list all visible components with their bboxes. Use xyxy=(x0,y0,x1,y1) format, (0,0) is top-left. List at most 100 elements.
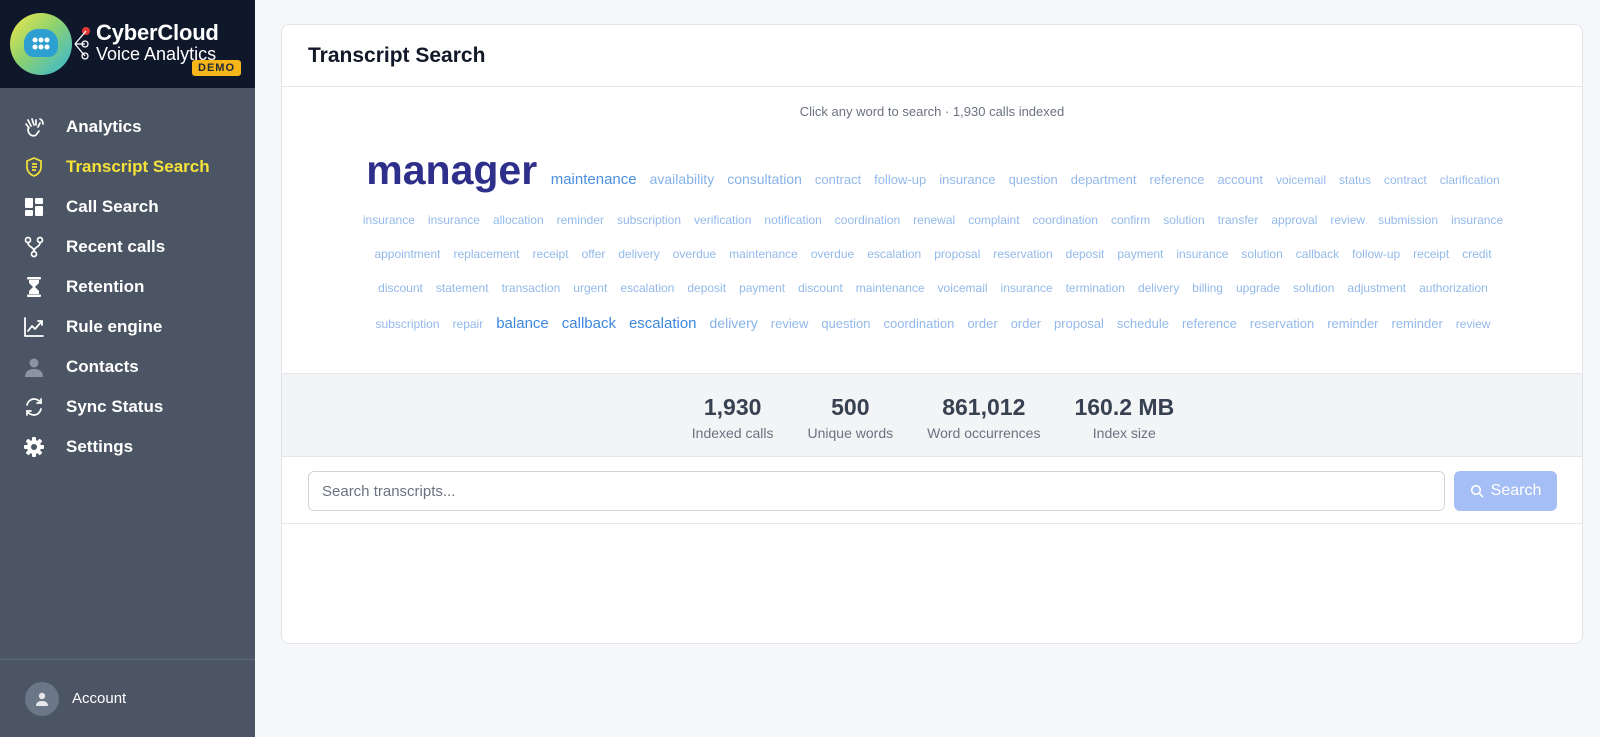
word-cloud-term[interactable]: billing xyxy=(1192,281,1223,295)
word-cloud-term[interactable]: follow-up xyxy=(874,172,926,187)
word-cloud-term[interactable]: urgent xyxy=(573,281,607,295)
word-cloud-term[interactable]: availability xyxy=(650,171,715,187)
word-cloud-term[interactable]: escalation xyxy=(620,281,674,295)
word-cloud-term[interactable]: coordination xyxy=(884,316,955,331)
word-cloud-term[interactable]: transfer xyxy=(1218,213,1259,227)
word-cloud-term[interactable]: adjustment xyxy=(1347,281,1406,295)
word-cloud-term[interactable]: clarification xyxy=(1440,173,1500,187)
word-cloud-term[interactable]: insurance xyxy=(1451,213,1503,227)
search-button[interactable]: Search xyxy=(1454,471,1557,511)
word-cloud-term[interactable]: reference xyxy=(1182,316,1237,331)
word-cloud-term[interactable]: complaint xyxy=(968,213,1019,227)
word-cloud-term[interactable]: discount xyxy=(378,281,423,295)
word-cloud-term[interactable]: discount xyxy=(798,281,843,295)
word-cloud-term[interactable]: insurance xyxy=(939,172,995,187)
word-cloud-term[interactable]: payment xyxy=(1117,247,1163,261)
word-cloud-term[interactable]: contract xyxy=(815,172,861,187)
word-cloud-term[interactable]: delivery xyxy=(618,247,659,261)
sidebar-item-recent-calls[interactable]: Recent calls xyxy=(0,227,255,267)
word-cloud-term[interactable]: offer xyxy=(582,247,606,261)
word-cloud-term[interactable]: reminder xyxy=(1392,316,1443,331)
word-cloud-term[interactable]: allocation xyxy=(493,213,544,227)
word-cloud-term[interactable]: solution xyxy=(1241,247,1282,261)
word-cloud-term[interactable]: consultation xyxy=(727,171,802,187)
word-cloud-term[interactable]: repair xyxy=(453,317,484,331)
word-cloud-term[interactable]: termination xyxy=(1066,281,1125,295)
word-cloud-term[interactable]: proposal xyxy=(934,247,980,261)
sidebar-item-analytics[interactable]: Analytics xyxy=(0,107,255,147)
word-cloud-term[interactable]: manager xyxy=(366,147,537,194)
word-cloud-term[interactable]: reminder xyxy=(557,213,604,227)
word-cloud-term[interactable]: insurance xyxy=(1176,247,1228,261)
word-cloud-term[interactable]: reservation xyxy=(993,247,1052,261)
word-cloud-term[interactable]: reference xyxy=(1150,172,1205,187)
sidebar-item-contacts[interactable]: Contacts xyxy=(0,347,255,387)
word-cloud-term[interactable]: upgrade xyxy=(1236,281,1280,295)
word-cloud-term[interactable]: contract xyxy=(1384,173,1427,187)
word-cloud-term[interactable]: insurance xyxy=(428,213,480,227)
word-cloud-term[interactable]: approval xyxy=(1271,213,1317,227)
word-cloud-term[interactable]: maintenance xyxy=(729,247,798,261)
word-cloud-term[interactable]: overdue xyxy=(811,247,854,261)
word-cloud-term[interactable]: notification xyxy=(764,213,821,227)
word-cloud-term[interactable]: question xyxy=(1009,172,1058,187)
word-cloud-term[interactable]: reminder xyxy=(1327,316,1378,331)
word-cloud-term[interactable]: reservation xyxy=(1250,316,1314,331)
word-cloud-term[interactable]: delivery xyxy=(1138,281,1179,295)
word-cloud-term[interactable]: verification xyxy=(694,213,751,227)
search-input[interactable] xyxy=(308,471,1445,511)
word-cloud-term[interactable]: receipt xyxy=(1413,247,1449,261)
word-cloud-term[interactable]: follow-up xyxy=(1352,247,1400,261)
word-cloud-term[interactable]: subscription xyxy=(376,317,440,331)
word-cloud-term[interactable]: order xyxy=(967,316,997,331)
word-cloud-term[interactable]: subscription xyxy=(617,213,681,227)
sidebar-item-rule-engine[interactable]: Rule engine xyxy=(0,307,255,347)
word-cloud-term[interactable]: overdue xyxy=(673,247,716,261)
word-cloud-term[interactable]: escalation xyxy=(629,315,697,332)
sidebar-item-transcript-search[interactable]: Transcript Search xyxy=(0,147,255,187)
word-cloud-term[interactable]: credit xyxy=(1462,247,1491,261)
account-menu[interactable]: Account xyxy=(0,659,255,737)
word-cloud-term[interactable]: insurance xyxy=(1001,281,1053,295)
word-cloud-term[interactable]: maintenance xyxy=(856,281,925,295)
word-cloud-term[interactable]: replacement xyxy=(453,247,519,261)
word-cloud-term[interactable]: voicemail xyxy=(1276,173,1326,187)
word-cloud-term[interactable]: insurance xyxy=(363,213,415,227)
word-cloud-term[interactable]: callback xyxy=(1296,247,1339,261)
word-cloud-term[interactable]: appointment xyxy=(374,247,440,261)
sidebar-item-call-search[interactable]: Call Search xyxy=(0,187,255,227)
word-cloud-term[interactable]: order xyxy=(1011,316,1041,331)
word-cloud-term[interactable]: callback xyxy=(562,315,616,332)
sidebar-item-sync-status[interactable]: Sync Status xyxy=(0,387,255,427)
word-cloud-term[interactable]: authorization xyxy=(1419,281,1488,295)
word-cloud-term[interactable]: confirm xyxy=(1111,213,1150,227)
word-cloud-term[interactable]: proposal xyxy=(1054,316,1104,331)
word-cloud-term[interactable]: renewal xyxy=(913,213,955,227)
word-cloud-term[interactable]: escalation xyxy=(867,247,921,261)
word-cloud-term[interactable]: voicemail xyxy=(938,281,988,295)
sidebar-item-settings[interactable]: Settings xyxy=(0,427,255,467)
word-cloud-term[interactable]: solution xyxy=(1163,213,1204,227)
word-cloud-term[interactable]: review xyxy=(1456,317,1491,331)
word-cloud-term[interactable]: solution xyxy=(1293,281,1334,295)
word-cloud-term[interactable]: payment xyxy=(739,281,785,295)
word-cloud-term[interactable]: department xyxy=(1071,172,1137,187)
word-cloud-term[interactable]: review xyxy=(771,316,809,331)
word-cloud-term[interactable]: transaction xyxy=(502,281,561,295)
word-cloud-term[interactable]: account xyxy=(1217,172,1263,187)
word-cloud-term[interactable]: receipt xyxy=(533,247,569,261)
word-cloud-term[interactable]: schedule xyxy=(1117,316,1169,331)
sidebar-item-retention[interactable]: Retention xyxy=(0,267,255,307)
word-cloud-term[interactable]: coordination xyxy=(1033,213,1098,227)
word-cloud-term[interactable]: maintenance xyxy=(551,171,637,188)
word-cloud-term[interactable]: balance xyxy=(496,315,549,332)
word-cloud-term[interactable]: status xyxy=(1339,173,1371,187)
word-cloud-term[interactable]: question xyxy=(821,316,870,331)
word-cloud-term[interactable]: deposit xyxy=(1066,247,1105,261)
word-cloud-term[interactable]: coordination xyxy=(835,213,900,227)
word-cloud-term[interactable]: statement xyxy=(436,281,489,295)
word-cloud-term[interactable]: deposit xyxy=(687,281,726,295)
word-cloud-term[interactable]: submission xyxy=(1378,213,1438,227)
word-cloud-term[interactable]: review xyxy=(1330,213,1365,227)
word-cloud-term[interactable]: delivery xyxy=(710,315,758,331)
